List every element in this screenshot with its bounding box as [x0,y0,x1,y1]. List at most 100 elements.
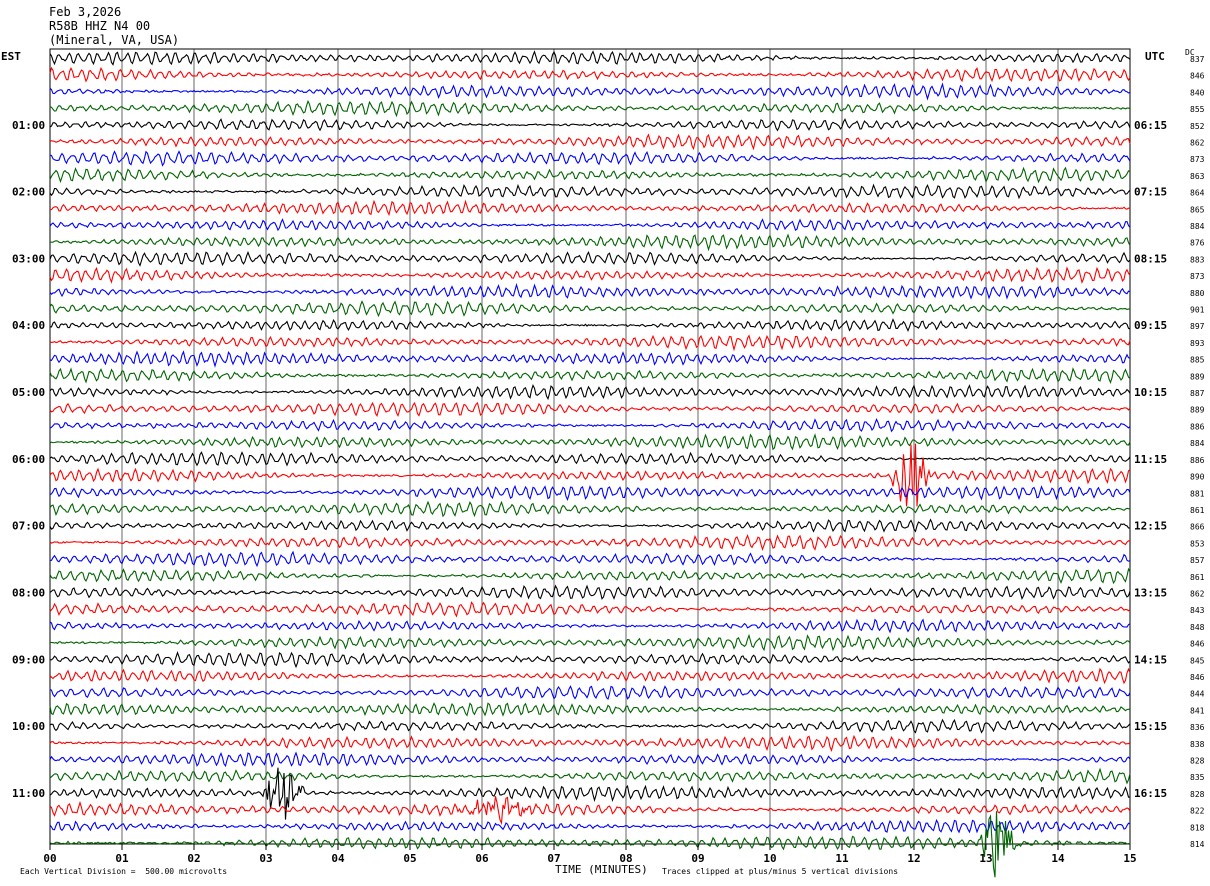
x-tick-label: 02 [187,852,200,865]
dc-offset-label: 873 [1190,272,1205,281]
dc-offset-label: 901 [1190,306,1205,315]
utc-hour-label: 09:15 [1134,319,1167,332]
x-tick-label: 06 [475,852,489,865]
x-tick-label: 04 [331,852,345,865]
dc-offset-label: 843 [1190,606,1205,615]
x-tick-label: 05 [403,852,416,865]
utc-hour-labels: 06:15 07:15 08:15 09:15 10:15 11:15 12:15 13:15… [1134,119,1167,800]
seismic-traces [49,50,1131,878]
dc-offset-label: 890 [1190,473,1205,482]
dc-offset-label: 848 [1190,623,1205,632]
est-hour-label: 02:00 [12,186,45,199]
dc-offset-label: 866 [1190,523,1205,532]
trace-row [49,451,1131,467]
x-tick-label: 13 [979,852,992,865]
scale-note: Each Vertical Division = 500.00 microvol… [20,867,228,876]
dc-offset-label: 861 [1190,573,1205,582]
est-hour-labels: 01:00 02:00 03:00 04:00 05:00 06:00 07:00 08:00… [12,119,45,800]
est-hour-label: 07:00 [12,520,45,533]
dc-offset-label: 884 [1190,439,1205,448]
dc-offset-label: 828 [1190,756,1205,765]
dc-offset-label: 886 [1190,422,1205,431]
location-label: (Mineral, VA, USA) [49,33,180,47]
trace-row [49,718,1131,734]
trace-row [49,734,1131,752]
est-axis-label: EST [1,50,21,63]
dc-offset-label: 886 [1190,456,1205,465]
dc-offset-label: 857 [1190,556,1205,565]
trace-row [49,166,1131,184]
trace-row [49,266,1131,285]
x-tick-label: 01 [115,852,129,865]
dc-offset-label: 865 [1190,205,1205,214]
trace-row [49,350,1131,368]
dc-offset-label: 844 [1190,690,1205,699]
x-tick-label: 15 [1123,852,1136,865]
dc-offset-label: 818 [1190,823,1205,832]
dc-label: DC [1185,48,1195,57]
trace-row [50,233,1131,252]
trace-row [49,433,1131,451]
dc-offset-label: 845 [1190,656,1205,665]
est-hour-label: 09:00 [12,653,45,666]
trace-row [49,518,1131,533]
x-tick-label: 12 [907,852,920,865]
est-hour-label: 03:00 [12,252,45,265]
trace-row [50,651,1131,669]
dc-offset-label: 889 [1190,406,1205,415]
trace-row [49,401,1131,418]
utc-hour-label: 06:15 [1134,119,1167,132]
dc-offset-label: 836 [1190,723,1205,732]
dc-offset-label: 855 [1190,105,1205,114]
dc-offset-label: 846 [1190,72,1205,81]
utc-axis-label: UTC [1145,50,1165,63]
utc-hour-label: 12:15 [1134,520,1167,533]
dc-offset-label: 887 [1190,389,1205,398]
x-tick-label: 14 [1051,852,1065,865]
trace-row [49,383,1131,401]
trace-row [49,300,1131,318]
trace-row [49,66,1131,83]
dc-offset-label: 814 [1190,840,1205,849]
dc-offset-label: 889 [1190,372,1205,381]
trace-row [49,282,1131,300]
dc-offset-label: 846 [1190,673,1205,682]
trace-row [49,218,1131,232]
dc-offset-label: 822 [1190,807,1205,816]
utc-hour-label: 07:15 [1134,186,1167,199]
dc-offset-label: 883 [1190,255,1205,264]
x-tick-label: 10 [763,852,776,865]
dc-offset-label: 835 [1190,773,1205,782]
helicorder-chart: 00 01 02 03 04 05 06 07 08 09 10 11 12 13 14 15 01:0002… [12,48,1205,878]
dc-offset-label: 846 [1190,640,1205,649]
dc-offset-label: 840 [1190,88,1205,97]
trace-row [49,767,1131,785]
dc-offset-label: 841 [1190,706,1205,715]
trace-row [49,318,1131,332]
clip-note: Traces clipped at plus/minus 5 vertical … [662,867,899,876]
trace-row [49,818,1131,835]
est-hour-label: 04:00 [12,319,45,332]
utc-hour-label: 11:15 [1134,453,1167,466]
dc-offset-label: 862 [1190,589,1205,598]
trace-row [49,667,1131,685]
trace-row [49,584,1131,601]
trace-row [49,751,1131,768]
trace-row [49,443,1131,507]
trace-row [49,550,1131,568]
est-hour-label: 11:00 [12,787,45,800]
dc-offset-label: 863 [1190,172,1205,181]
x-tick-label: 11 [835,852,849,865]
date-label: Feb 3,2026 [49,5,122,19]
dc-offset-label: 853 [1190,539,1205,548]
est-hour-label: 01:00 [12,119,45,132]
dc-offset-label: 852 [1190,122,1205,131]
dc-offset-label: 881 [1190,489,1205,498]
dc-offset-label: 873 [1190,155,1205,164]
trace-row [49,99,1131,118]
trace-row [49,685,1131,701]
trace-row [49,82,1131,101]
trace-row [49,133,1131,151]
dc-offset-label: 884 [1190,222,1205,231]
trace-row [49,50,1131,66]
